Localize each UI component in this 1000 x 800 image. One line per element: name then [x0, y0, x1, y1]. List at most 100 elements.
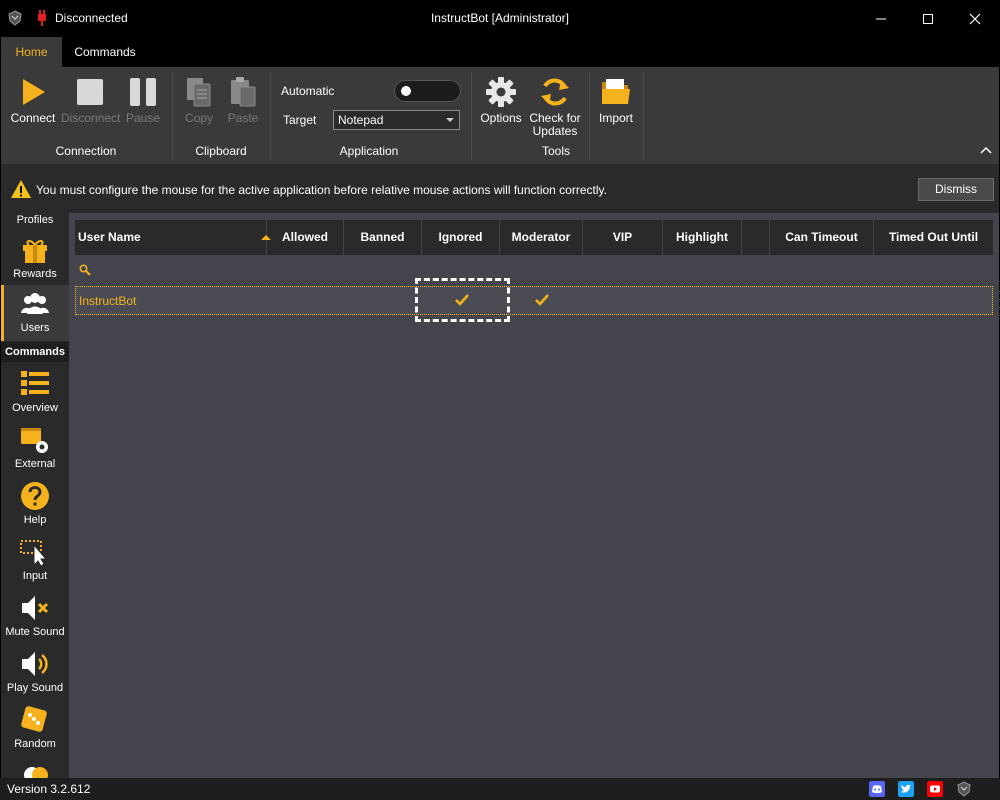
sidebar-item-label: Rewards — [13, 268, 57, 280]
sidebar-item-partial[interactable] — [1, 757, 69, 778]
minimize-button[interactable] — [858, 0, 904, 37]
overview-icon — [21, 371, 49, 395]
sidebar-item-random[interactable]: Random — [1, 701, 69, 757]
column-vip[interactable]: VIP — [583, 220, 663, 255]
focus-highlight — [415, 278, 510, 322]
options-label: Options — [480, 111, 522, 125]
import-label: Import — [598, 111, 633, 125]
gear-icon — [486, 77, 516, 107]
group-connection-label: Connection — [55, 144, 117, 158]
dismiss-button[interactable]: Dismiss — [918, 178, 994, 201]
tab-home[interactable]: Home — [1, 37, 62, 67]
maximize-icon — [923, 13, 933, 24]
pause-button[interactable]: Pause — [119, 67, 167, 139]
sidebar-item-users[interactable]: Users — [1, 285, 69, 341]
target-select[interactable]: Notepad — [333, 110, 460, 130]
sidebar-item-mute-sound[interactable]: Mute Sound — [1, 589, 69, 645]
sidebar-item-help[interactable]: Help — [1, 477, 69, 533]
external-icon — [21, 428, 48, 453]
copy-button[interactable]: Copy — [177, 67, 221, 139]
stop-icon — [77, 79, 103, 105]
title-bar: Disconnected InstructBot [Administrator] — [0, 0, 1000, 37]
column-can-timeout[interactable]: Can Timeout — [770, 220, 874, 255]
sidebar-item-label: Mute Sound — [5, 626, 65, 638]
sidebar-item-overview[interactable]: Overview — [1, 365, 69, 421]
close-icon — [969, 13, 981, 24]
sidebar-item-label: Help — [23, 514, 47, 526]
input-icon — [20, 540, 48, 567]
connect-button[interactable]: Connect — [3, 67, 63, 139]
sidebar-item-input[interactable]: Input — [1, 533, 69, 589]
sidebar-item-profiles[interactable]: Profiles — [1, 213, 69, 233]
check-updates-label: Check for Updates — [527, 112, 583, 138]
column-timed-out-until[interactable]: Timed Out Until — [874, 220, 993, 255]
disconnect-label: Disconnect — [61, 111, 121, 125]
status-bar: Version 3.2.612 — [0, 778, 1000, 800]
paste-icon — [231, 77, 256, 107]
play-icon — [23, 79, 45, 105]
options-button[interactable]: Options — [475, 67, 527, 139]
sidebar-item-label: Overview — [12, 402, 58, 414]
maximize-button[interactable] — [905, 0, 951, 37]
dice-icon — [21, 706, 47, 732]
group-tools-label: Tools — [541, 144, 570, 158]
sidebar: Profiles Rewards Users Commands Overview — [1, 213, 69, 778]
sidebar-item-label: Input — [22, 570, 48, 582]
warning-icon — [11, 180, 31, 198]
column-allowed[interactable]: Allowed — [267, 220, 344, 255]
mute-sound-icon — [22, 596, 49, 620]
close-button[interactable] — [952, 0, 998, 37]
folder-icon — [602, 79, 630, 104]
discord-icon[interactable] — [869, 781, 885, 797]
twitter-icon[interactable] — [898, 781, 914, 797]
import-button[interactable]: Import — [593, 67, 639, 139]
disconnect-button[interactable]: Disconnect — [61, 67, 121, 139]
table-row[interactable]: InstructBot — [75, 286, 993, 315]
sidebar-item-label: Random — [14, 738, 56, 750]
collapse-ribbon-icon[interactable] — [979, 144, 993, 156]
app-logo-icon[interactable] — [956, 781, 972, 797]
group-application-label: Application — [339, 144, 399, 158]
users-icon — [21, 293, 49, 314]
sidebar-item-rewards[interactable]: Rewards — [1, 231, 69, 287]
sidebar-item-external[interactable]: External — [1, 421, 69, 477]
column-ignored[interactable]: Ignored — [422, 220, 500, 255]
paste-button[interactable]: Paste — [221, 67, 265, 139]
column-banned[interactable]: Banned — [344, 220, 422, 255]
pause-label: Pause — [125, 111, 161, 125]
sidebar-item-label: Users — [20, 322, 50, 334]
column-highlight[interactable]: Highlight — [663, 220, 742, 255]
target-select-value: Notepad — [338, 113, 384, 127]
search-icon[interactable] — [79, 264, 91, 276]
ribbon: Connect Disconnect Pause Connection Copy… — [1, 67, 999, 164]
chevron-down-icon — [446, 118, 454, 122]
target-label: Target — [283, 113, 317, 127]
ribbon-separator — [172, 72, 173, 160]
tab-commands[interactable]: Commands — [64, 37, 146, 67]
grid-header: User Name Allowed Banned Ignored Moderat… — [75, 220, 993, 255]
moderator-checkmark-icon[interactable] — [535, 294, 549, 306]
window-title: InstructBot [Administrator] — [430, 11, 570, 25]
version-text: Version 3.2.612 — [7, 782, 91, 796]
partial-icon — [24, 767, 48, 778]
check-updates-button[interactable]: Check for Updates — [527, 67, 583, 147]
play-sound-icon — [22, 652, 48, 676]
automatic-toggle[interactable] — [394, 80, 461, 102]
check-updates-line1: Check for — [529, 111, 581, 125]
help-icon — [21, 482, 49, 510]
toggle-knob — [401, 86, 411, 96]
warning-message: You must configure the mouse for the act… — [36, 183, 607, 197]
column-blank[interactable] — [742, 220, 770, 255]
copy-icon — [187, 78, 211, 107]
ribbon-separator — [270, 72, 271, 160]
sidebar-item-label: Play Sound — [6, 682, 64, 694]
youtube-icon[interactable] — [927, 781, 943, 797]
column-moderator[interactable]: Moderator — [500, 220, 583, 255]
ribbon-tabs: Home Commands — [0, 37, 1000, 67]
sidebar-item-label: Profiles — [16, 214, 54, 226]
sidebar-item-play-sound[interactable]: Play Sound — [1, 645, 69, 701]
sidebar-item-label: External — [14, 458, 56, 470]
column-user-name[interactable]: User Name — [75, 220, 267, 255]
sidebar-section-header: Commands — [1, 342, 69, 362]
ribbon-separator — [589, 72, 590, 160]
